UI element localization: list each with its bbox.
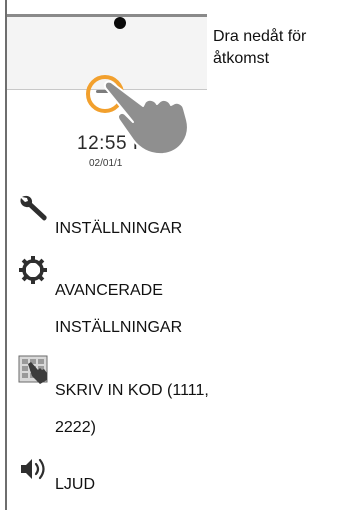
- wrench-icon: [20, 195, 47, 221]
- speaker-icon: [21, 458, 45, 480]
- menu-item-enter-code[interactable]: SKRIV IN KOD (1111, 2222): [0, 354, 353, 444]
- swipe-down-instruction: Dra nedåt för åtkomst: [213, 28, 307, 67]
- menu-item-sound-label: LJUD: [55, 476, 96, 493]
- pointing-hand-icon: [103, 80, 189, 156]
- menu-item-advanced-settings-label-line-2: INSTÄLLNINGAR: [55, 319, 183, 336]
- keypad-hand-icon: [18, 355, 48, 384]
- menu-item-advanced-settings-label-line-1: AVANCERADE: [55, 282, 163, 299]
- camera-dot: [114, 17, 126, 29]
- menu-item-settings[interactable]: INSTÄLLNINGAR: [0, 192, 353, 252]
- menu-item-sound[interactable]: LJUD: [0, 452, 353, 508]
- menu-item-advanced-settings[interactable]: AVANCERADE INSTÄLLNINGAR: [0, 254, 353, 344]
- gear-icon: [19, 256, 47, 284]
- menu-item-enter-code-label-line-2: 2222): [55, 419, 96, 436]
- menu-item-enter-code-label-line-1: SKRIV IN KOD (1111,: [55, 382, 209, 399]
- menu-item-settings-label: INSTÄLLNINGAR: [55, 220, 183, 237]
